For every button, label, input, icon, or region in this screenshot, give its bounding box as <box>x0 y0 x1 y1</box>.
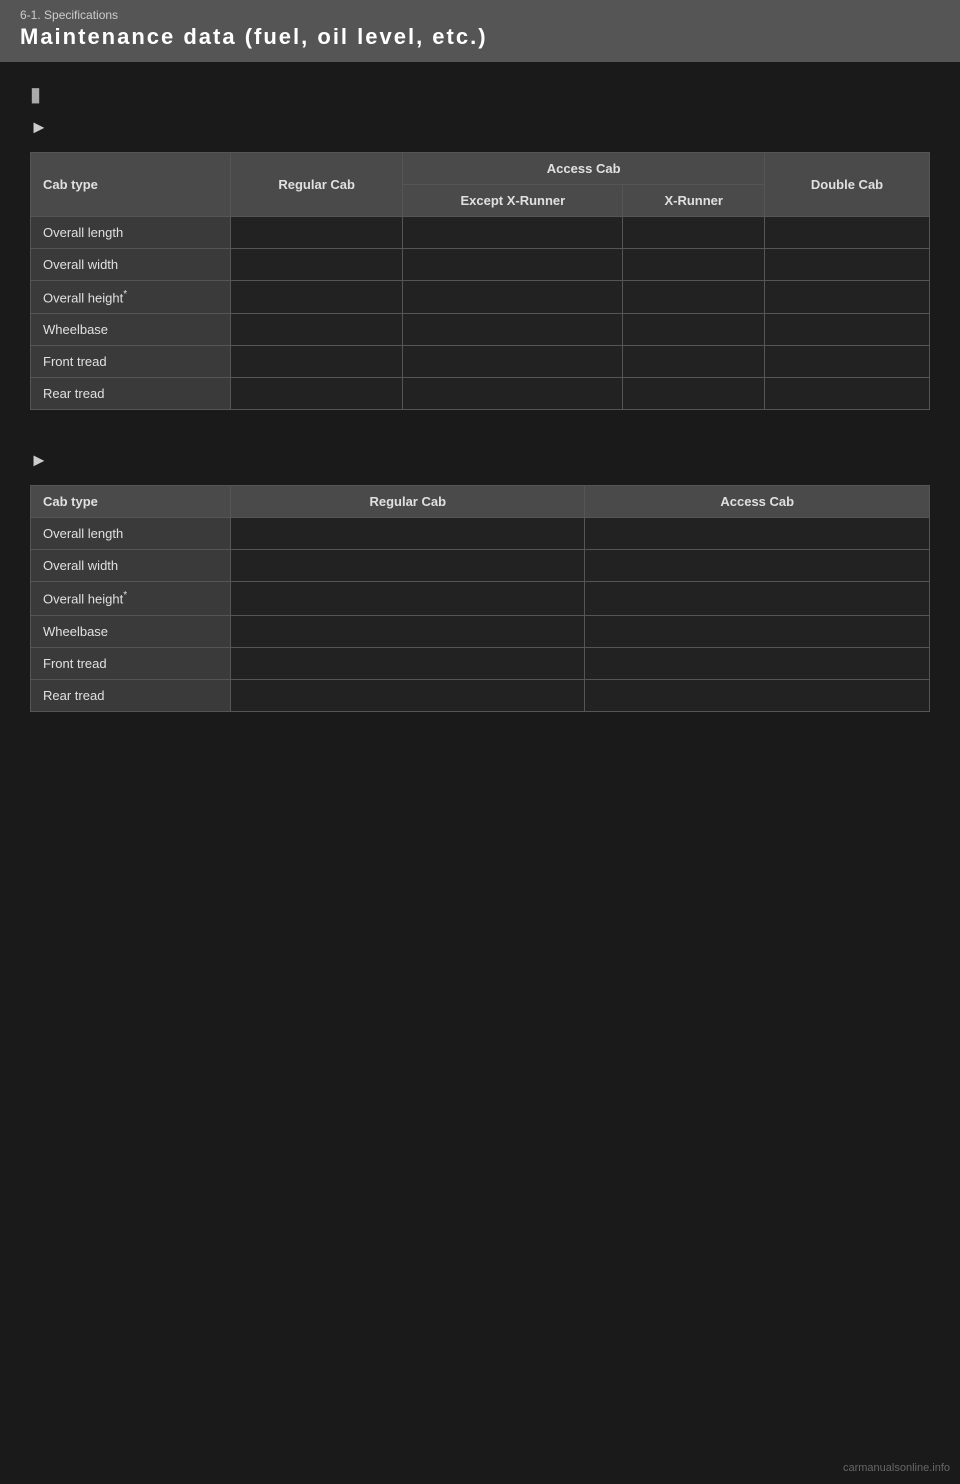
table1-overall-length-regular <box>231 217 403 249</box>
table2-overall-height-regular <box>231 582 585 615</box>
table-row: Front tread <box>31 647 930 679</box>
table1-except-xrunner-header: Except X-Runner <box>403 185 623 217</box>
table-row: Overall width <box>31 249 930 281</box>
table2-front-tread-regular <box>231 647 585 679</box>
table1-overall-length-except <box>403 217 623 249</box>
header-title: Maintenance data (fuel, oil level, etc.) <box>20 24 940 50</box>
table1-front-tread-label: Front tread <box>31 346 231 378</box>
table2-overall-height-access <box>585 582 930 615</box>
table2-regular-cab-header: Regular Cab <box>231 486 585 518</box>
table-row: Wheelbase <box>31 615 930 647</box>
section-marker-2: ► <box>30 450 930 471</box>
main-content: ▮ ► Cab type Regular Cab Access Cab Doub… <box>0 62 960 772</box>
table2-rear-tread-label: Rear tread <box>31 679 231 711</box>
table1-front-tread-regular <box>231 346 403 378</box>
table2-overall-height-label: Overall height* <box>31 582 231 615</box>
table2-wheelbase-access <box>585 615 930 647</box>
table1-wheelbase-regular <box>231 314 403 346</box>
table2-access-cab-header: Access Cab <box>585 486 930 518</box>
table-2-wrapper: Cab type Regular Cab Access Cab Overall … <box>30 485 930 711</box>
table1-xrunner-header: X-Runner <box>623 185 765 217</box>
section-marker-1: ▮ ► <box>30 82 930 138</box>
table1-wheelbase-xrunner <box>623 314 765 346</box>
table1-rear-tread-regular <box>231 378 403 410</box>
table1-cab-type-header: Cab type <box>31 153 231 217</box>
table1-rear-tread-xrunner <box>623 378 765 410</box>
table1-double-cab-header: Double Cab <box>765 153 930 217</box>
table1-overall-width-except <box>403 249 623 281</box>
table-row: Overall length <box>31 217 930 249</box>
table1-overall-length-double <box>765 217 930 249</box>
table-row: Overall height* <box>31 582 930 615</box>
table2-rear-tread-regular <box>231 679 585 711</box>
table2-overall-width-label: Overall width <box>31 550 231 582</box>
table1-overall-height-regular <box>231 281 403 314</box>
table1-wheelbase-label: Wheelbase <box>31 314 231 346</box>
table1-front-tread-double <box>765 346 930 378</box>
table-row: Overall length <box>31 518 930 550</box>
table-row: Overall height* <box>31 281 930 314</box>
table2-overall-width-regular <box>231 550 585 582</box>
table2-overall-width-access <box>585 550 930 582</box>
table-row: Rear tread <box>31 378 930 410</box>
header-subtitle: 6-1. Specifications <box>20 8 940 22</box>
table1-overall-length-xrunner <box>623 217 765 249</box>
table-row: Front tread <box>31 346 930 378</box>
table1-rear-tread-except <box>403 378 623 410</box>
table1-front-tread-xrunner <box>623 346 765 378</box>
table-1-wrapper: Cab type Regular Cab Access Cab Double C… <box>30 152 930 410</box>
watermark: carmanualsonline.info <box>843 1462 950 1474</box>
table-row: Overall width <box>31 550 930 582</box>
table2-overall-length-access <box>585 518 930 550</box>
table2-front-tread-label: Front tread <box>31 647 231 679</box>
table1-overall-length-label: Overall length <box>31 217 231 249</box>
table1-overall-width-xrunner <box>623 249 765 281</box>
table-2: Cab type Regular Cab Access Cab Overall … <box>30 485 930 711</box>
table1-overall-width-regular <box>231 249 403 281</box>
table1-wheelbase-except <box>403 314 623 346</box>
page-header: 6-1. Specifications Maintenance data (fu… <box>0 0 960 62</box>
table2-wheelbase-regular <box>231 615 585 647</box>
table2-front-tread-access <box>585 647 930 679</box>
table1-overall-width-double <box>765 249 930 281</box>
table-row: Rear tread <box>31 679 930 711</box>
black-bar-icon: ▮ <box>30 82 930 107</box>
table2-wheelbase-label: Wheelbase <box>31 615 231 647</box>
table1-overall-height-except <box>403 281 623 314</box>
table2-cab-type-header: Cab type <box>31 486 231 518</box>
table1-access-cab-header: Access Cab <box>403 153 765 185</box>
table2-rear-tread-access <box>585 679 930 711</box>
table1-overall-height-label: Overall height* <box>31 281 231 314</box>
table1-regular-cab-header: Regular Cab <box>231 153 403 217</box>
table1-overall-height-xrunner <box>623 281 765 314</box>
table1-rear-tread-label: Rear tread <box>31 378 231 410</box>
table2-overall-length-label: Overall length <box>31 518 231 550</box>
table1-front-tread-except <box>403 346 623 378</box>
table1-wheelbase-double <box>765 314 930 346</box>
arrow-icon-2: ► <box>30 450 48 470</box>
arrow-icon-1: ► <box>30 117 48 137</box>
table-1: Cab type Regular Cab Access Cab Double C… <box>30 152 930 410</box>
table2-overall-length-regular <box>231 518 585 550</box>
table1-overall-width-label: Overall width <box>31 249 231 281</box>
table1-overall-height-double <box>765 281 930 314</box>
table1-rear-tread-double <box>765 378 930 410</box>
table-row: Wheelbase <box>31 314 930 346</box>
